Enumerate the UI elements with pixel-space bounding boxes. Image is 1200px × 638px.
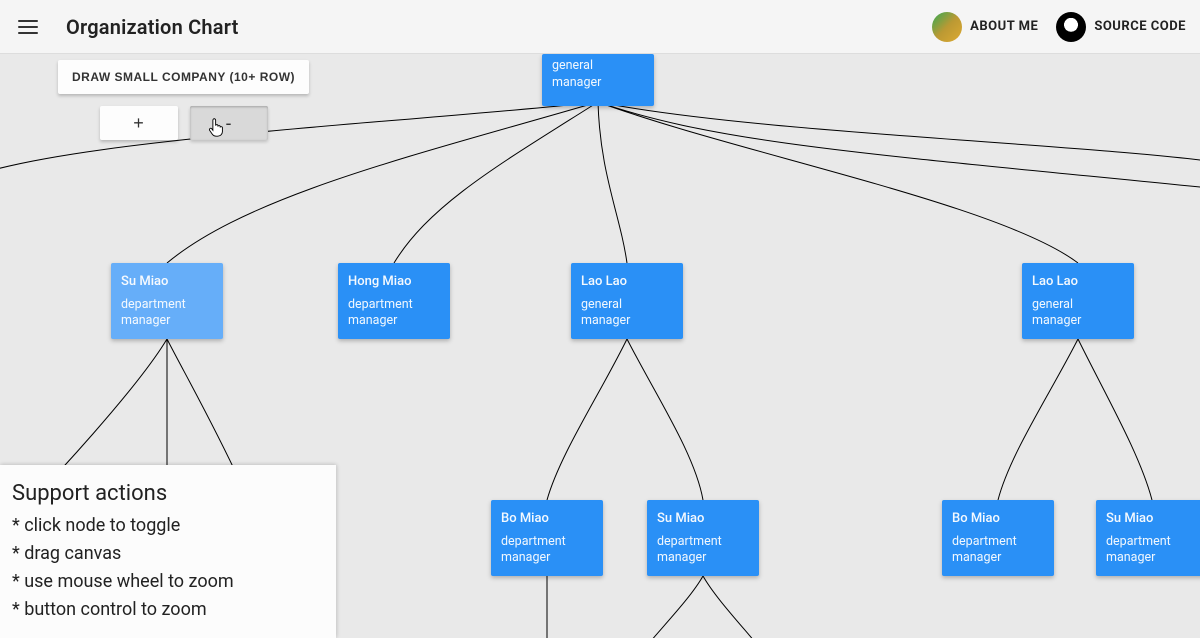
node-role: department manager: [348, 297, 440, 331]
org-node-l1-hong-miao[interactable]: Hong Miao department manager: [338, 263, 450, 339]
about-me-link[interactable]: ABOUT ME: [932, 12, 1038, 42]
node-name: Lao Lao: [1032, 273, 1124, 291]
node-role: general manager: [1032, 297, 1124, 331]
help-item: * click node to toggle: [12, 512, 324, 540]
org-node-l2-su-miao-2[interactable]: Su Miao department manager: [1096, 500, 1200, 576]
org-node-l2-bo-miao-1[interactable]: Bo Miao department manager: [491, 500, 603, 576]
node-name: Bo Miao: [501, 510, 593, 528]
help-item: * use mouse wheel to zoom: [12, 568, 324, 596]
menu-icon[interactable]: [14, 13, 42, 41]
header-right: ABOUT ME SOURCE CODE: [932, 12, 1186, 42]
org-node-l2-bo-miao-2[interactable]: Bo Miao department manager: [942, 500, 1054, 576]
toolbar: DRAW SMALL COMPANY (10+ ROW) + -: [58, 60, 309, 140]
zoom-out-button[interactable]: -: [190, 106, 268, 140]
node-name: Su Miao: [121, 273, 213, 291]
zoom-in-button[interactable]: +: [100, 106, 178, 140]
github-icon: [1056, 12, 1086, 42]
org-node-l1-su-miao[interactable]: Su Miao department manager: [111, 263, 223, 339]
source-code-label: SOURCE CODE: [1094, 19, 1186, 34]
org-node-l2-su-miao-1[interactable]: Su Miao department manager: [647, 500, 759, 576]
source-code-link[interactable]: SOURCE CODE: [1056, 12, 1186, 42]
node-name: Su Miao: [657, 510, 749, 528]
avatar: [932, 12, 962, 42]
org-node-root[interactable]: general manager: [542, 54, 654, 106]
help-item: * button control to zoom: [12, 596, 324, 624]
node-name: Hong Miao: [348, 273, 440, 291]
draw-company-button[interactable]: DRAW SMALL COMPANY (10+ ROW): [58, 60, 309, 94]
app-header: Organization Chart ABOUT ME SOURCE CODE: [0, 0, 1200, 54]
node-role: department manager: [952, 534, 1044, 568]
help-panel: Support actions * click node to toggle *…: [0, 465, 336, 638]
org-node-l1-lao-lao-1[interactable]: Lao Lao general manager: [571, 263, 683, 339]
node-role: general manager: [552, 58, 644, 92]
page-title: Organization Chart: [66, 15, 239, 39]
about-me-label: ABOUT ME: [970, 19, 1038, 34]
node-role: department manager: [121, 297, 213, 331]
node-name: Lao Lao: [581, 273, 673, 291]
node-name: Bo Miao: [952, 510, 1044, 528]
zoom-controls: + -: [58, 106, 309, 140]
node-role: department manager: [501, 534, 593, 568]
org-node-l1-lao-lao-2[interactable]: Lao Lao general manager: [1022, 263, 1134, 339]
help-title: Support actions: [12, 481, 324, 506]
help-item: * drag canvas: [12, 540, 324, 568]
node-role: department manager: [657, 534, 749, 568]
node-name: Su Miao: [1106, 510, 1198, 528]
node-role: department manager: [1106, 534, 1198, 568]
node-role: general manager: [581, 297, 673, 331]
